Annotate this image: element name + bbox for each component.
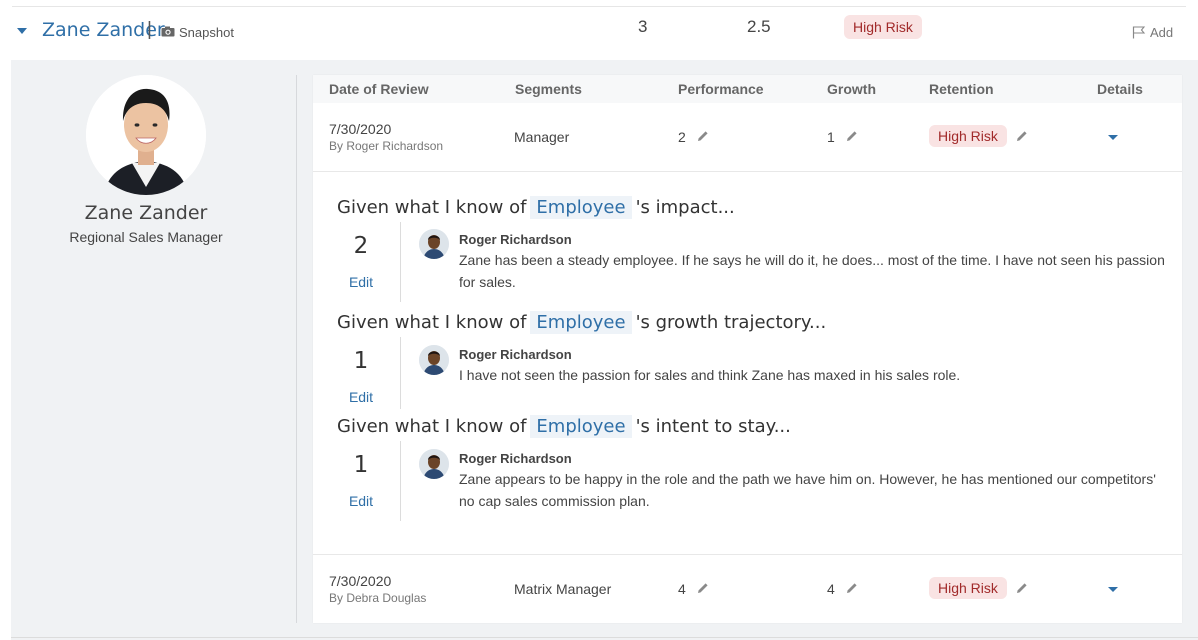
column-header-details[interactable]: Details [1097,81,1143,97]
column-header-growth[interactable]: Growth [827,81,876,97]
review-date: 7/30/2020 [329,121,392,137]
question-prefix: Given what I know of [337,197,527,218]
chevron-down-icon[interactable] [1108,135,1118,140]
row-divider [313,171,1182,172]
question-score: 2 [353,233,369,259]
question-intent: Given what I know of Employee's intent to… [337,415,791,438]
segment-cell: Matrix Manager [514,581,612,597]
segment-cell: Manager [514,129,570,145]
overall-score-1: 3 [638,17,648,36]
profile-name: Zane Zander [84,202,208,224]
camera-icon[interactable] [161,26,175,37]
flag-icon[interactable] [1132,26,1146,39]
performance-value: 4 [678,581,686,597]
profile-job-title: Regional Sales Manager [69,229,223,245]
retention-risk-badge: High Risk [844,15,922,39]
pencil-icon[interactable] [846,130,858,142]
chevron-down-icon[interactable] [17,28,27,34]
column-header-segments[interactable]: Segments [515,81,582,97]
employee-header-row: Zane Zander | Snapshot 3 2.5 High Risk A… [0,0,1198,60]
reviewer-avatar [419,229,449,259]
column-header-date[interactable]: Date of Review [329,81,429,97]
row-divider [313,554,1182,555]
panel-bottom-divider [11,637,1198,638]
retention-badge: High Risk [929,577,1007,599]
reviewer-avatar [419,345,449,375]
snapshot-link[interactable]: Snapshot [179,25,234,40]
growth-value: 4 [827,581,835,597]
reviewer-name: Roger Richardson [459,232,572,247]
edit-link[interactable]: Edit [340,389,382,405]
review-comment: I have not seen the passion for sales an… [459,367,961,383]
question-suffix: 's intent to stay... [635,416,791,437]
reviewer-avatar [419,449,449,479]
performance-value: 2 [678,129,686,145]
reviewed-by: By Debra Douglas [329,591,427,605]
pencil-icon[interactable] [846,582,858,594]
reviewer-name: Roger Richardson [459,347,572,362]
column-header-performance[interactable]: Performance [678,81,764,97]
pencil-icon[interactable] [1016,582,1028,594]
review-comment: Zane has been a steady employee. If he s… [459,252,1165,290]
employee-token: Employee [530,311,632,334]
question-suffix: 's growth trajectory... [635,312,827,333]
question-prefix: Given what I know of [337,312,527,333]
reviewer-name: Roger Richardson [459,451,572,466]
pencil-icon[interactable] [697,582,709,594]
question-growth: Given what I know of Employee's growth tr… [337,311,826,334]
employee-avatar [86,75,206,195]
question-score: 1 [353,348,369,374]
question-score: 1 [353,452,369,478]
employee-token: Employee [530,196,632,219]
question-prefix: Given what I know of [337,416,527,437]
review-comment: Zane appears to be happy in the role and… [459,471,1156,509]
pencil-icon[interactable] [697,130,709,142]
pencil-icon[interactable] [1016,130,1028,142]
question-suffix: 's impact... [635,197,735,218]
edit-link[interactable]: Edit [340,274,382,290]
add-button[interactable]: Add [1150,25,1173,40]
header-separator: | [147,19,152,40]
panel-vertical-divider [296,75,297,623]
reviewed-by: By Roger Richardson [329,139,444,153]
edit-link[interactable]: Edit [340,493,382,509]
chevron-down-icon[interactable] [1108,587,1118,592]
growth-value: 1 [827,129,835,145]
employee-token: Employee [530,415,632,438]
question-divider [400,222,401,302]
question-divider [400,337,401,409]
column-header-retention[interactable]: Retention [929,81,994,97]
retention-badge: High Risk [929,125,1007,147]
question-divider [400,441,401,521]
review-date: 7/30/2020 [329,573,392,589]
overall-score-2: 2.5 [747,17,771,36]
question-impact: Given what I know of Employee's impact... [337,196,735,219]
